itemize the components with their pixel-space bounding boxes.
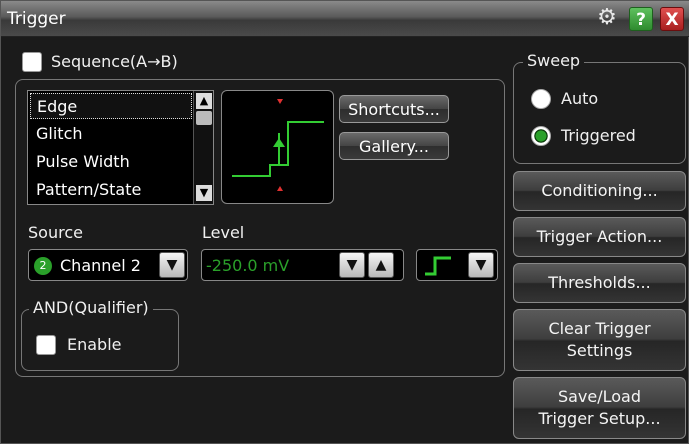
- clear-trigger-line2: Settings: [566, 341, 633, 360]
- list-item-glitch[interactable]: Glitch: [30, 121, 192, 147]
- edge-preview: [221, 90, 334, 204]
- level-value[interactable]: -250.0 mV: [206, 256, 289, 275]
- top-marker-icon: [277, 99, 283, 104]
- channel-badge: 2: [34, 257, 52, 275]
- level-control[interactable]: -250.0 mV ▼ ▲: [201, 249, 404, 281]
- title-bar[interactable]: Trigger ⚙ ? X: [1, 1, 689, 37]
- scroll-up-icon[interactable]: ▲: [196, 93, 212, 109]
- scroll-thumb[interactable]: [196, 111, 212, 125]
- sweep-group: [513, 62, 686, 164]
- qualifier-enable-checkbox[interactable]: [36, 335, 56, 355]
- shortcuts-button[interactable]: Shortcuts...: [339, 95, 449, 123]
- sequence-label: Sequence(A→B): [51, 52, 178, 71]
- sweep-auto-label: Auto: [561, 89, 599, 108]
- source-chevron-down-icon[interactable]: ▼: [159, 252, 185, 278]
- level-up-icon[interactable]: ▲: [368, 252, 394, 278]
- slope-chevron-down-icon[interactable]: ▼: [468, 252, 494, 278]
- gallery-button[interactable]: Gallery...: [339, 132, 449, 160]
- list-item-pattern-state[interactable]: Pattern/State: [30, 177, 192, 203]
- list-item-pulse-width[interactable]: Pulse Width: [30, 149, 192, 175]
- trigger-type-list[interactable]: Edge Glitch Pulse Width Pattern/State ▲ …: [27, 90, 214, 205]
- level-label: Level: [202, 223, 245, 242]
- rising-arrow-icon: [273, 138, 285, 147]
- gear-icon[interactable]: ⚙: [595, 7, 619, 31]
- sweep-triggered-radio[interactable]: [531, 126, 551, 146]
- bottom-marker-icon: [277, 186, 283, 191]
- rising-slope-icon: [425, 256, 451, 276]
- scroll-down-icon[interactable]: ▼: [196, 185, 212, 201]
- sweep-triggered-label: Triggered: [561, 126, 636, 145]
- list-scrollbar[interactable]: ▲ ▼: [193, 91, 213, 204]
- trigger-action-button[interactable]: Trigger Action...: [513, 217, 686, 257]
- qualifier-enable-label: Enable: [67, 335, 122, 354]
- save-load-line1: Save/Load: [557, 387, 642, 406]
- rising-edge-diagram: [232, 99, 324, 191]
- source-value: Channel 2: [60, 256, 141, 275]
- level-down-icon[interactable]: ▼: [339, 252, 365, 278]
- list-item-edge[interactable]: Edge: [30, 93, 192, 119]
- source-select[interactable]: 2 Channel 2 ▼: [28, 249, 188, 281]
- clear-trigger-settings-button[interactable]: Clear Trigger Settings: [513, 309, 686, 371]
- clear-trigger-line1: Clear Trigger: [548, 319, 651, 338]
- sweep-legend: Sweep: [523, 51, 585, 70]
- save-load-line2: Trigger Setup...: [538, 409, 661, 428]
- help-icon[interactable]: ?: [629, 7, 653, 31]
- qualifier-legend: AND(Qualifier): [29, 298, 153, 317]
- slope-select[interactable]: ▼: [416, 249, 498, 281]
- save-load-trigger-setup-button[interactable]: Save/Load Trigger Setup...: [513, 377, 686, 439]
- source-label: Source: [28, 223, 83, 242]
- thresholds-button[interactable]: Thresholds...: [513, 263, 686, 303]
- trigger-dialog: Trigger ⚙ ? X Sequence(A→B) Edge Glitch …: [0, 0, 689, 444]
- sweep-auto-radio[interactable]: [531, 89, 551, 109]
- conditioning-button[interactable]: Conditioning...: [513, 171, 686, 211]
- window-title: Trigger: [7, 9, 66, 29]
- close-icon[interactable]: X: [660, 7, 684, 31]
- sequence-checkbox[interactable]: [22, 52, 42, 72]
